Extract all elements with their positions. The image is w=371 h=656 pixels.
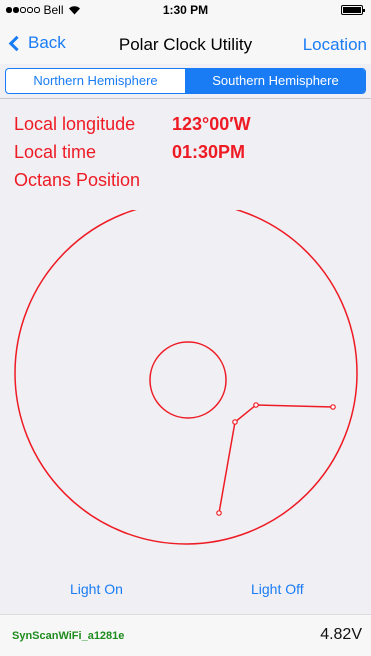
polar-clock-inner-circle	[149, 341, 227, 419]
location-button[interactable]: Location	[303, 35, 367, 55]
segment-northern-hemisphere[interactable]: Northern Hemisphere	[6, 69, 185, 93]
local-time-label: Local time	[14, 142, 97, 162]
octans-star-2	[253, 402, 259, 408]
chevron-left-icon	[8, 35, 25, 51]
local-longitude-value: 123°00′W	[172, 114, 251, 134]
status-bar: Bell 1:30 PM	[0, 0, 371, 20]
back-button[interactable]: Back	[8, 33, 66, 53]
polar-clock	[14, 210, 358, 545]
navigation-bar: Back Polar Clock Utility Location	[0, 20, 371, 64]
local-time-value: 01:30PM	[172, 142, 246, 162]
octans-star-4	[216, 510, 222, 516]
back-label: Back	[28, 33, 66, 52]
octans-star-3	[232, 419, 238, 425]
status-time: 1:30 PM	[162, 3, 209, 17]
voltage-readout: 4.82V	[320, 626, 362, 643]
light-off-button[interactable]: Light Off	[251, 581, 304, 597]
battery-icon	[341, 5, 365, 15]
segment-southern-hemisphere[interactable]: Southern Hemisphere	[185, 69, 365, 93]
octans-star-1	[330, 404, 336, 410]
polar-clock-outer-circle	[14, 210, 358, 545]
connection-status-bar: SynScanWiFi_a1281e 4.82V	[0, 614, 371, 656]
wifi-name: SynScanWiFi_a1281e	[12, 630, 125, 642]
light-on-button[interactable]: Light On	[70, 581, 123, 597]
octans-position-label: Octans Position	[14, 170, 141, 190]
divider	[0, 98, 371, 99]
hemisphere-segmented-control: Northern Hemisphere Southern Hemisphere	[5, 68, 366, 94]
local-longitude-label: Local longitude	[14, 114, 136, 134]
